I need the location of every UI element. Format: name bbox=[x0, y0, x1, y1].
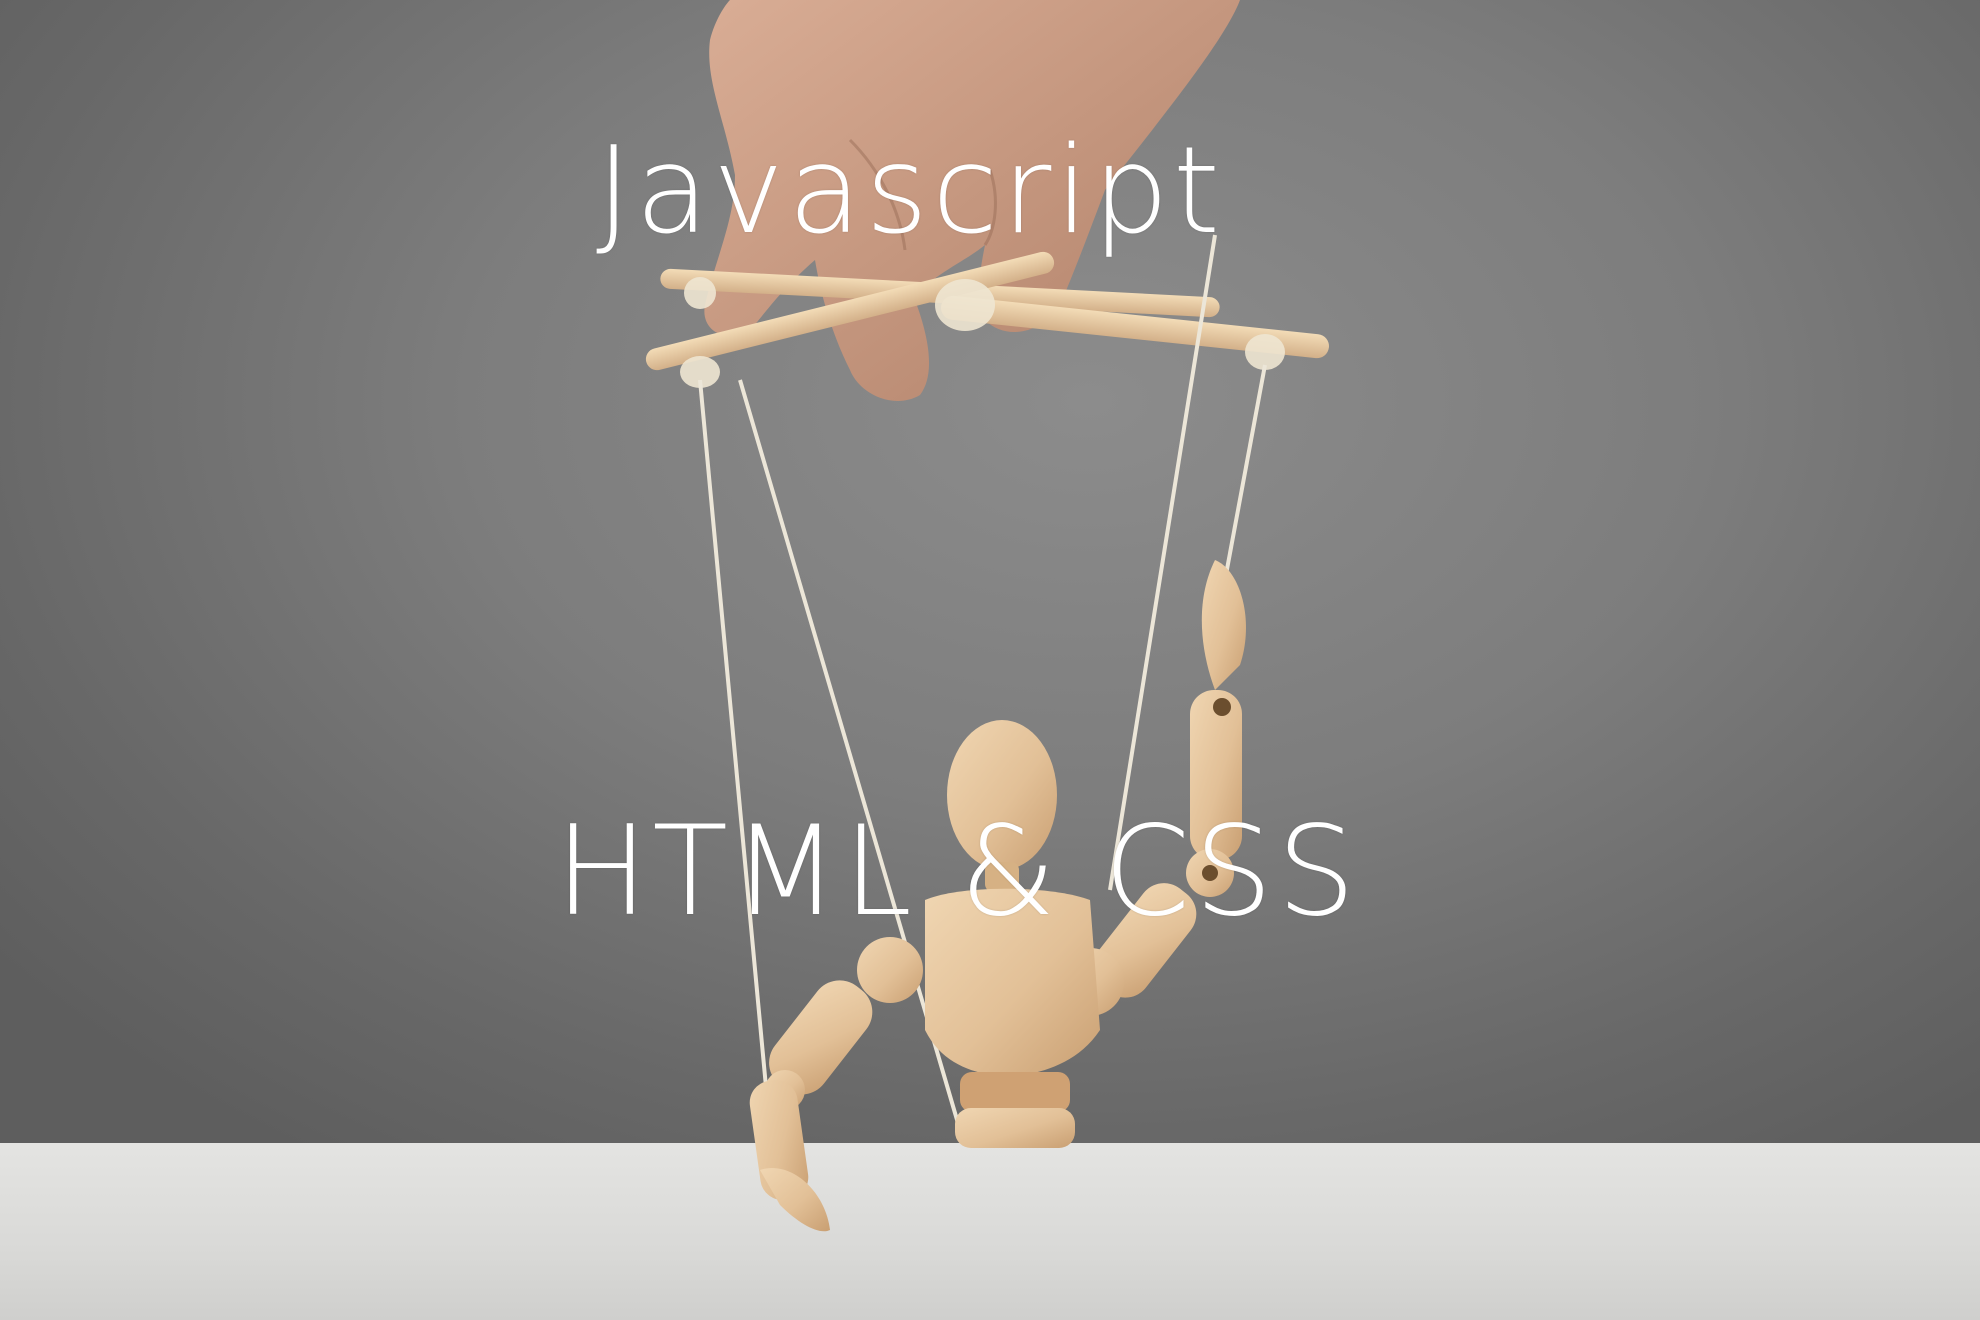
javascript-caption: Javascript bbox=[596, 122, 1224, 261]
html-css-caption: HTML & CSS bbox=[555, 800, 1360, 944]
photo-scene: Javascript HTML & CSS bbox=[0, 0, 1980, 1320]
